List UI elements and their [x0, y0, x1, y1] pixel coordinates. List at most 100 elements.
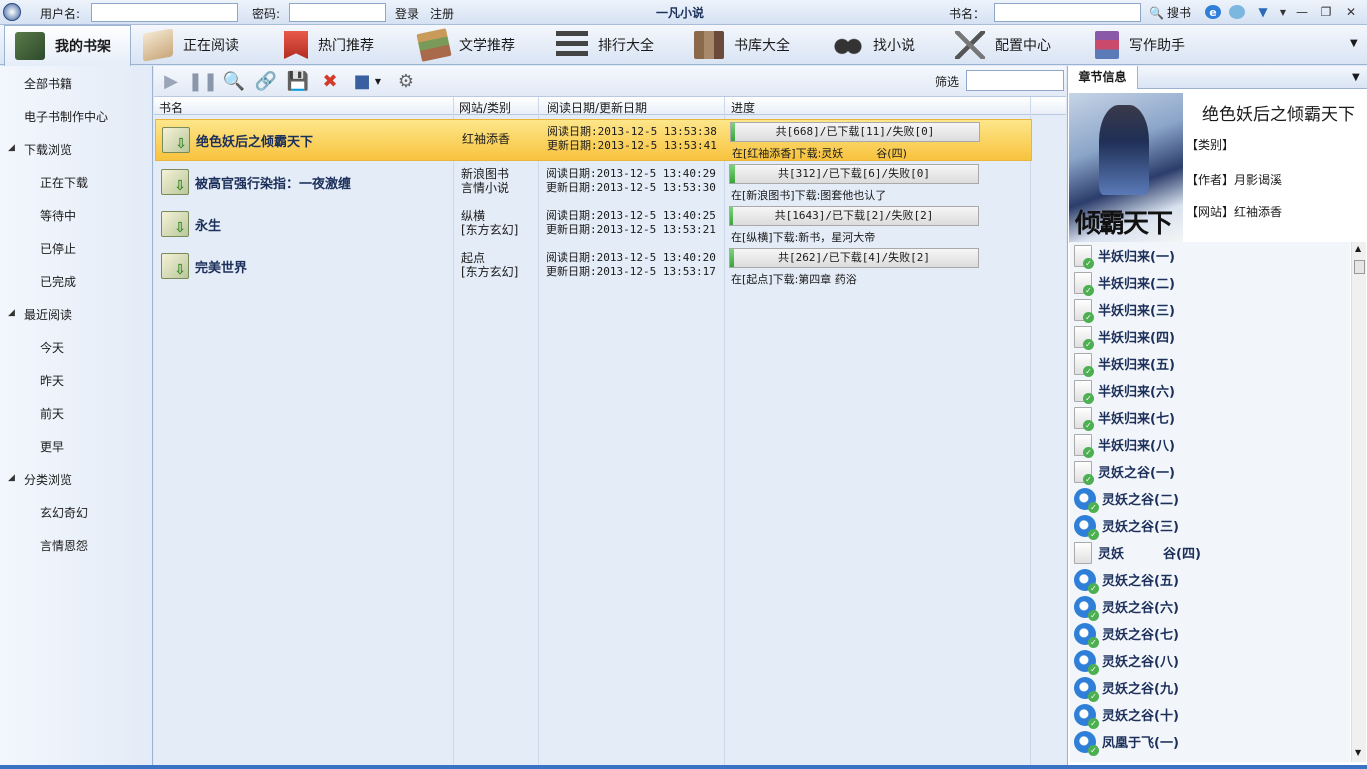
- col-header-progress[interactable]: 进度: [731, 99, 755, 116]
- nav-ranking[interactable]: 排行大全: [556, 25, 654, 65]
- gear-icon[interactable]: ⚙: [394, 70, 418, 92]
- sidebar-item-ebook-center[interactable]: 电子书制作中心: [24, 108, 108, 125]
- table-row[interactable]: ⇩ 绝色妖后之倾霸天下 红袖添香 阅读日期:2013-12-5 13:53:38 更新日…: [155, 119, 1032, 161]
- chapter-item[interactable]: ✓ 半妖归来(三): [1074, 296, 1175, 323]
- nav-overflow-chevron-icon[interactable]: ▼: [1350, 38, 1358, 49]
- sidebar-group-recent[interactable]: 最近阅读: [24, 306, 72, 323]
- chapter-item[interactable]: ✓ 半妖归来(一): [1074, 242, 1175, 269]
- sidebar-item-waiting[interactable]: 等待中: [40, 207, 76, 224]
- register-link[interactable]: 注册: [430, 5, 454, 22]
- chapter-item[interactable]: ✓ 半妖归来(八): [1074, 431, 1175, 458]
- chapter-item[interactable]: ✓ 半妖归来(二): [1074, 269, 1175, 296]
- table-row[interactable]: ⇩ 永生 纵横 [东方玄幻] 阅读日期:2013-12-5 13:40:25 更新日期:2…: [155, 204, 1032, 246]
- chapter-item[interactable]: ✓ 灵妖之谷(二): [1074, 485, 1179, 513]
- password-input[interactable]: [289, 3, 386, 22]
- book-download-icon: ⇩: [161, 169, 189, 195]
- chapter-item[interactable]: ✓ 灵妖之谷(一): [1074, 458, 1175, 485]
- nav-bookshelf[interactable]: 我的书架: [4, 25, 131, 66]
- nav-hot[interactable]: 热门推荐: [284, 25, 374, 65]
- shirt-skin-icon[interactable]: ▼: [1255, 5, 1271, 19]
- book-icon[interactable]: ■: [350, 70, 374, 92]
- scroll-down-icon[interactable]: ▼: [1355, 748, 1361, 757]
- scroll-up-icon[interactable]: ▲: [1355, 244, 1361, 253]
- table-row[interactable]: ⇩ 被高官强行染指：一夜激缠 新浪图书 言情小说 阅读日期:2013-12-5 13:4…: [155, 162, 1032, 204]
- chapter-item[interactable]: ✓ 半妖归来(五): [1074, 350, 1175, 377]
- app-title: 一凡小说: [655, 6, 704, 20]
- sidebar-item-yesterday[interactable]: 昨天: [40, 372, 64, 389]
- chapter-item[interactable]: ✓ 半妖归来(七): [1074, 404, 1175, 431]
- chapter-item[interactable]: 灵妖 谷(四): [1074, 539, 1201, 566]
- sidebar-item-earlier[interactable]: 更早: [40, 438, 64, 455]
- ie-check-icon: ✓: [1074, 568, 1099, 594]
- download-status: 在[纵横]下载:新书，星河大帝: [731, 231, 876, 244]
- link-icon[interactable]: 🔗: [254, 70, 278, 92]
- play-icon[interactable]: ▶: [159, 70, 183, 92]
- book-name: 完美世界: [195, 261, 248, 276]
- login-link[interactable]: 登录: [395, 5, 419, 22]
- collapse-triangle-icon[interactable]: ◢: [8, 308, 15, 318]
- chat-bubble-icon[interactable]: [1229, 5, 1245, 19]
- read-date: 阅读日期:2013-12-5 13:40:20: [546, 251, 716, 264]
- chapter-item[interactable]: ✓ 灵妖之谷(九): [1074, 674, 1179, 702]
- chapter-item[interactable]: ✓ 灵妖之谷(三): [1074, 512, 1179, 540]
- chapter-item[interactable]: ✓ 凤凰于飞(一): [1074, 728, 1179, 756]
- book-category: [东方玄幻]: [461, 265, 519, 279]
- chapter-item[interactable]: ✓ 灵妖之谷(十): [1074, 701, 1179, 729]
- sidebar-item-downloading[interactable]: 正在下载: [40, 174, 88, 191]
- panel-dropdown-icon[interactable]: ▼: [1352, 72, 1360, 83]
- table-row[interactable]: ⇩ 完美世界 起点 [东方玄幻] 阅读日期:2013-12-5 13:40:20 更新日期…: [155, 246, 1032, 288]
- book-dropdown-icon[interactable]: ▼: [372, 70, 384, 92]
- sidebar-item-romance[interactable]: 言情恩怨: [40, 537, 88, 554]
- tab-chapter-info[interactable]: 章节信息: [1068, 66, 1138, 89]
- col-header-site[interactable]: 网站/类别: [459, 99, 511, 116]
- username-label: 用户名:: [40, 7, 81, 21]
- nav-reading[interactable]: 正在阅读: [143, 25, 239, 65]
- nav-writing[interactable]: 写作助手: [1095, 25, 1185, 65]
- col-header-name[interactable]: 书名: [159, 99, 183, 116]
- nav-library[interactable]: 书库大全: [694, 25, 790, 65]
- search-icon[interactable]: 🔍: [222, 70, 246, 92]
- chapter-item[interactable]: ✓ 灵妖之谷(五): [1074, 566, 1179, 594]
- chapter-item[interactable]: ✓ 半妖归来(六): [1074, 377, 1175, 404]
- filter-input[interactable]: [966, 70, 1064, 91]
- col-header-dates[interactable]: 阅读日期/更新日期: [547, 99, 647, 116]
- chapter-item[interactable]: ✓ 灵妖之谷(八): [1074, 647, 1179, 675]
- sidebar-item-completed[interactable]: 已完成: [40, 273, 76, 290]
- nav-bookshelf-label: 我的书架: [55, 39, 111, 55]
- collapse-triangle-icon[interactable]: ◢: [8, 143, 15, 153]
- sidebar: 全部书籍 电子书制作中心 ◢ 下载浏览 正在下载 等待中 已停止 已完成 ◢ 最…: [0, 66, 153, 765]
- ie-browser-icon[interactable]: e: [1205, 5, 1221, 19]
- restore-icon[interactable]: ❐: [1318, 5, 1334, 19]
- book-download-icon: ⇩: [161, 253, 189, 279]
- close-icon[interactable]: ✕: [1343, 5, 1359, 19]
- sidebar-item-fantasy[interactable]: 玄幻奇幻: [40, 504, 88, 521]
- chapter-item[interactable]: ✓ 灵妖之谷(七): [1074, 620, 1179, 648]
- book-search-input[interactable]: [994, 3, 1141, 22]
- nav-config[interactable]: 配置中心: [955, 25, 1051, 65]
- book-name: 永生: [195, 219, 222, 234]
- sidebar-group-download[interactable]: 下载浏览: [24, 141, 72, 158]
- delete-icon[interactable]: ✖: [318, 70, 342, 92]
- sidebar-item-today[interactable]: 今天: [40, 339, 64, 356]
- nav-literature[interactable]: 文学推荐: [416, 25, 515, 65]
- sidebar-item-all-books[interactable]: 全部书籍: [24, 75, 72, 92]
- nav-find[interactable]: 找小说: [833, 25, 915, 65]
- username-input[interactable]: [91, 3, 238, 22]
- sidebar-group-category[interactable]: 分类浏览: [24, 471, 72, 488]
- sidebar-item-day-before[interactable]: 前天: [40, 405, 64, 422]
- chapter-item[interactable]: ✓ 灵妖之谷(六): [1074, 593, 1179, 621]
- sidebar-item-stopped[interactable]: 已停止: [40, 240, 76, 257]
- search-button[interactable]: 🔍 搜书: [1149, 4, 1191, 21]
- minimize-icon[interactable]: —: [1294, 5, 1310, 19]
- chapter-title: 灵妖之谷(七): [1102, 628, 1179, 643]
- skin-dropdown-icon[interactable]: ▼: [1275, 5, 1291, 19]
- collapse-triangle-icon[interactable]: ◢: [8, 473, 15, 483]
- scrollbar-thumb[interactable]: [1354, 260, 1365, 274]
- save-icon[interactable]: 💾: [286, 70, 310, 92]
- chapter-item[interactable]: ✓ 半妖归来(四): [1074, 323, 1175, 350]
- search-button-label: 搜书: [1166, 6, 1191, 20]
- chapter-scrollbar[interactable]: ▲ ▼: [1351, 242, 1366, 762]
- book-cover-image: 倾霸天下: [1069, 93, 1183, 243]
- document-check-icon: ✓: [1074, 352, 1094, 377]
- pause-icon[interactable]: ❚❚: [188, 70, 218, 92]
